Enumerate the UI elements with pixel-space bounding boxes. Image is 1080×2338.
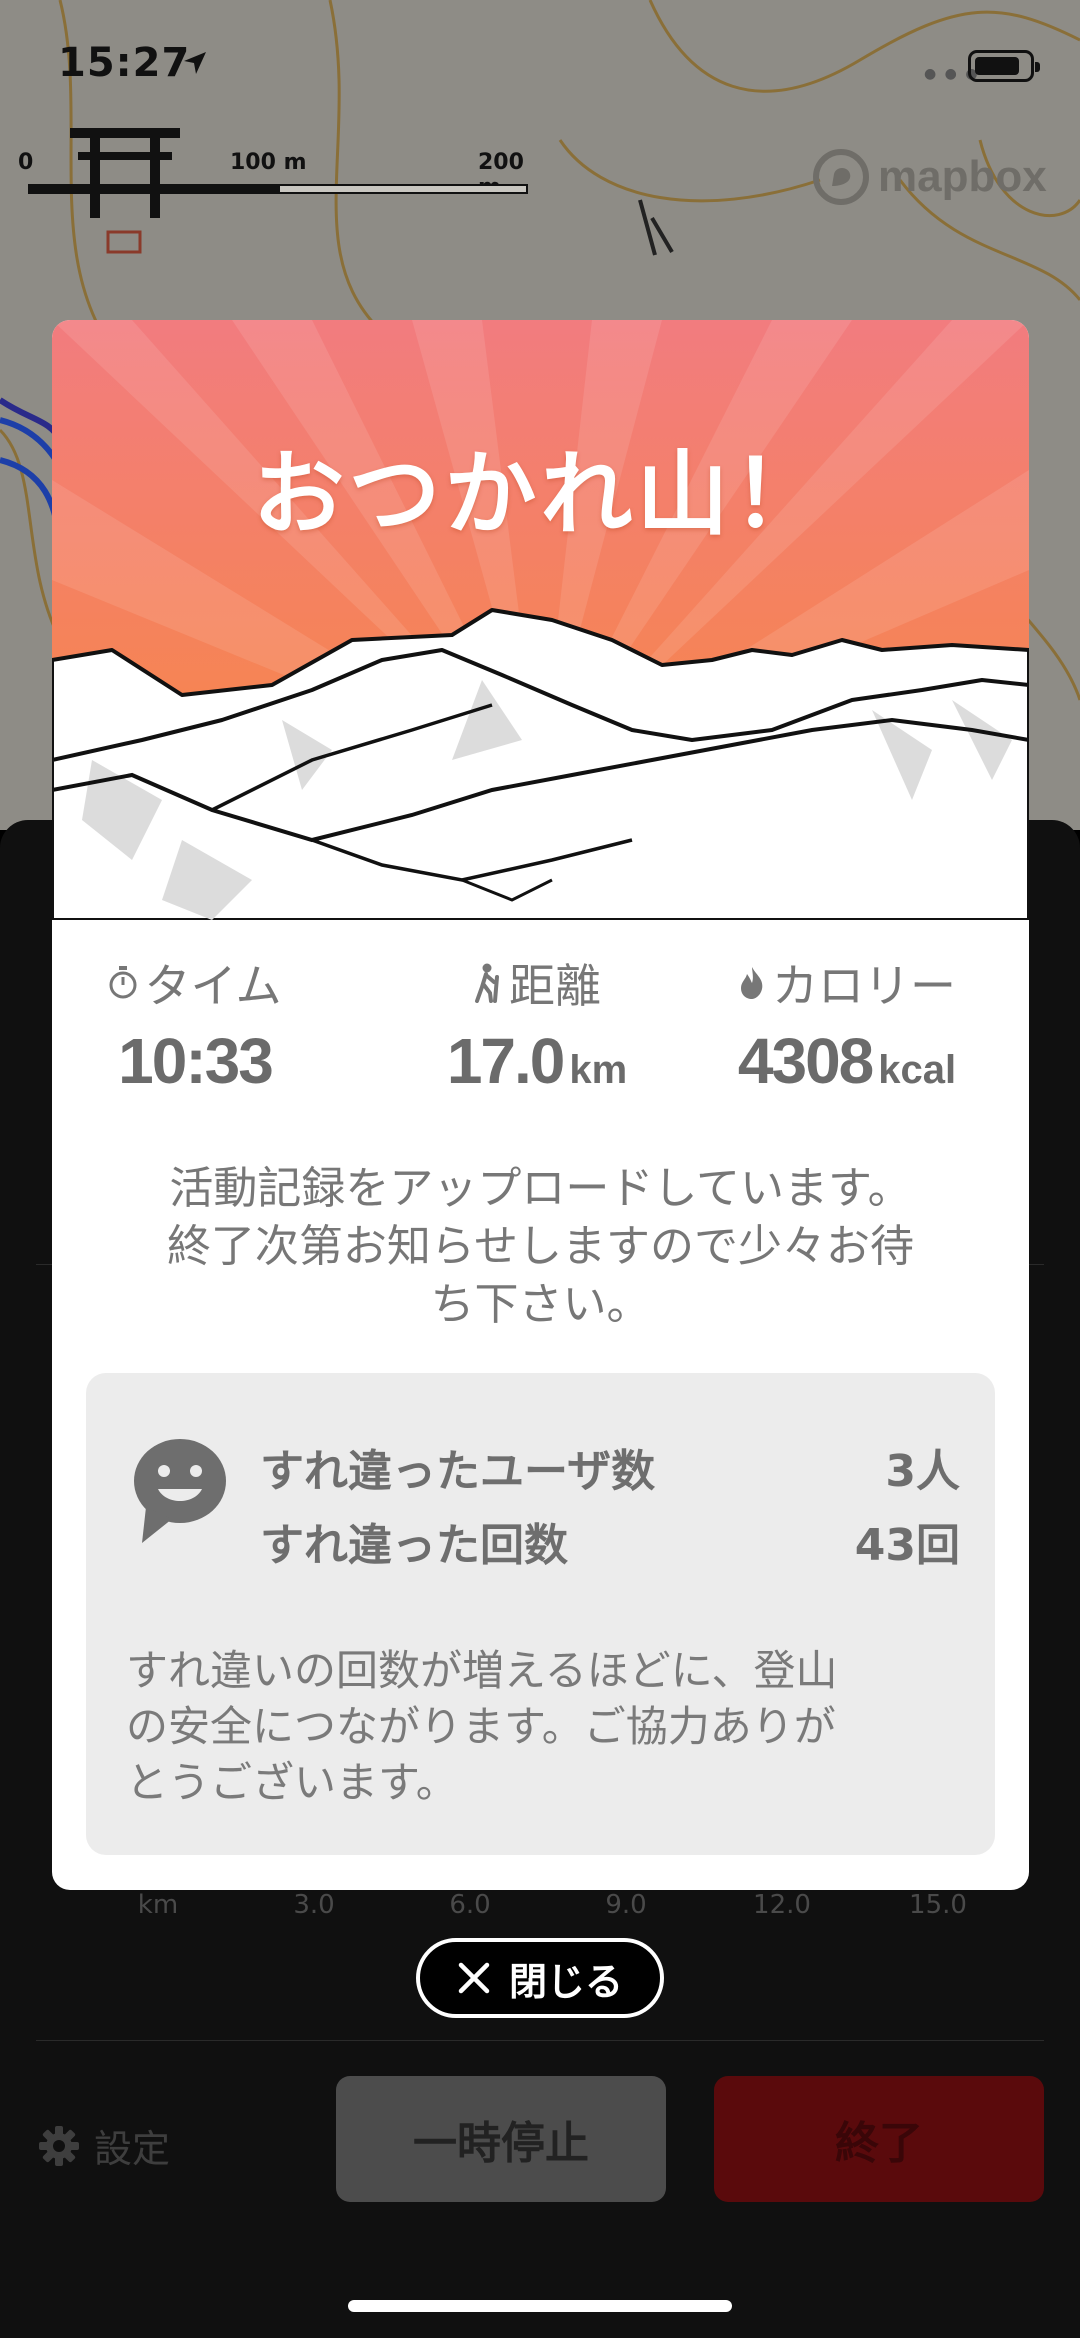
battery-icon <box>968 50 1040 82</box>
axis-label: 15.0 <box>909 1890 967 1920</box>
passing-summary: すれ違ったユーザ数 3人 すれ違った回数 43回 すれ違いの回数が増えるほどに、… <box>86 1373 995 1855</box>
upload-message-line: ち下さい。 <box>430 1279 651 1330</box>
stat-distance-label: 距離 <box>509 959 601 1013</box>
scale-label-0: 0 <box>18 150 34 175</box>
upload-message-line: 終了次第お知らせしますので少々お待 <box>166 1221 915 1272</box>
stat-calories-value: 4308 <box>737 1025 874 1097</box>
passing-note-line: すれ違いの回数が増えるほどに、登山 <box>126 1646 838 1695</box>
location-arrow-icon <box>184 52 206 74</box>
settings-label: 設定 <box>94 2127 171 2171</box>
close-button[interactable]: 閉じる <box>416 1938 664 2018</box>
hiker-icon <box>475 963 499 1003</box>
stat-distance-value: 17.0 <box>446 1025 566 1097</box>
bottom-action-bar: 設定 一時停止 終了 <box>0 2076 1080 2206</box>
stat-distance-unit: km <box>569 1048 628 1092</box>
axis-label: 3.0 <box>293 1890 335 1920</box>
passed-users-label: すれ違ったユーザ数 <box>260 1446 656 1497</box>
mapbox-attribution[interactable]: mapbox <box>812 148 1047 206</box>
activity-stats: タイム 10:33 距離 17.0 km カロリー 4308 kcal <box>52 950 1029 1100</box>
passed-users-value: 3人 <box>885 1446 960 1497</box>
status-bar: 15:27 ● ● ● <box>0 0 1080 130</box>
status-time: 15:27 <box>58 40 191 86</box>
modal-header: おつかれ山！ <box>52 320 1029 920</box>
passing-note-line: とうございます。 <box>126 1758 458 1807</box>
axis-label: km <box>137 1890 179 1920</box>
close-button-label: 閉じる <box>508 1959 623 2004</box>
passed-count-label: すれ違った回数 <box>260 1520 568 1571</box>
stat-calories-label: カロリー <box>772 959 956 1013</box>
stat-calories-unit: kcal <box>878 1048 957 1092</box>
passing-note: すれ違いの回数が増えるほどに、登山 の安全につながります。ご協力ありが とうござ… <box>126 1643 966 1811</box>
elevation-axis: km 3.0 6.0 9.0 12.0 15.0 <box>118 1890 978 1920</box>
stat-calories: カロリー 4308 kcal <box>692 950 1002 1098</box>
mountain-illustration <box>52 320 1029 920</box>
end-button[interactable]: 終了 <box>714 2076 1044 2202</box>
shrine-icon <box>70 128 180 218</box>
axis-label: 12.0 <box>753 1890 811 1920</box>
stat-time: タイム 10:33 <box>52 950 345 1098</box>
flame-icon <box>741 967 763 999</box>
stat-distance: 距離 17.0 km <box>387 950 687 1098</box>
smile-chat-icon <box>134 1439 226 1543</box>
passed-count-value: 43回 <box>854 1520 960 1571</box>
close-icon <box>458 1962 490 1994</box>
upload-message: 活動記録をアップロードしています。 終了次第お知らせしますので少々お待 ち下さい… <box>112 1160 969 1334</box>
mapbox-label: mapbox <box>878 152 1047 201</box>
gear-icon <box>39 2125 79 2166</box>
scale-label-100: 100 m <box>230 150 307 175</box>
passing-note-line: の安全につながります。ご協力ありが <box>126 1702 836 1751</box>
stopwatch-icon <box>109 966 137 999</box>
mapbox-logo-icon <box>813 149 869 205</box>
completion-modal: おつかれ山！ タイム 10:33 距離 17.0 km カロリー 4308 kc… <box>52 320 1029 1890</box>
passed-users-row: すれ違ったユーザ数 3人 <box>260 1435 960 1499</box>
home-indicator <box>348 2300 732 2312</box>
pause-button[interactable]: 一時停止 <box>336 2076 666 2202</box>
stat-time-label: タイム <box>144 959 282 1013</box>
modal-headline: おつかれ山！ <box>252 441 829 548</box>
upload-message-line: 活動記録をアップロードしています。 <box>169 1163 912 1214</box>
axis-label: 9.0 <box>605 1890 647 1920</box>
axis-label: 6.0 <box>449 1890 491 1920</box>
stat-time-value: 10:33 <box>118 1025 274 1097</box>
passed-count-row: すれ違った回数 43回 <box>260 1509 960 1573</box>
settings-button[interactable]: 設定 <box>38 2118 170 2173</box>
sheet-divider <box>36 2040 1044 2041</box>
